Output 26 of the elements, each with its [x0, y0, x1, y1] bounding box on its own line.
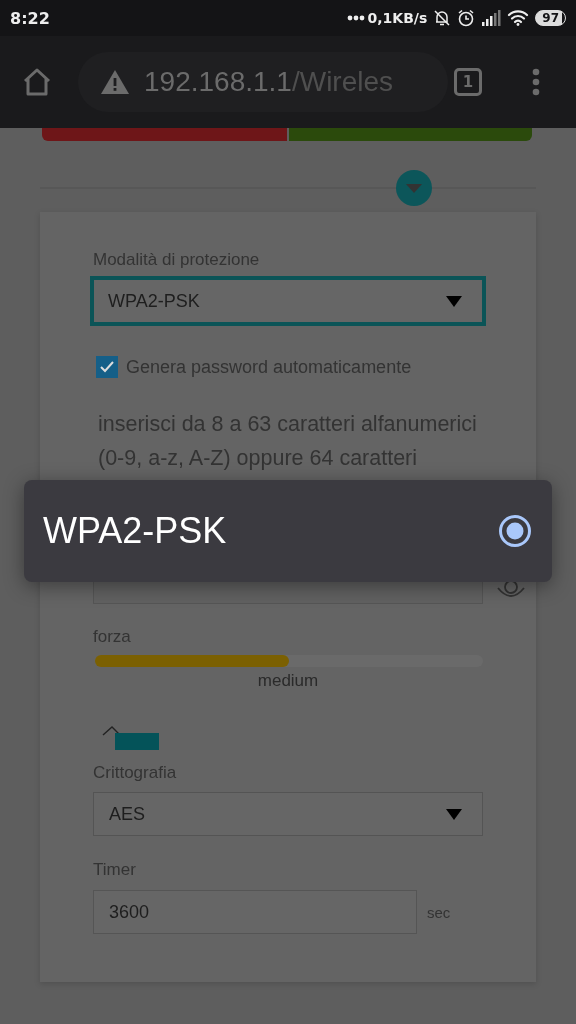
- encryption-select[interactable]: AES: [93, 792, 483, 836]
- tab-switcher-button[interactable]: 1: [454, 68, 482, 96]
- timer-input[interactable]: 3600: [93, 890, 417, 934]
- menu-icon[interactable]: [532, 68, 540, 96]
- option-item[interactable]: WPA2-PSK: [24, 510, 552, 552]
- caret-icon: [406, 183, 422, 193]
- collapse-button[interactable]: [396, 170, 432, 206]
- strength-reading: medium: [256, 671, 320, 691]
- check-icon: [99, 360, 115, 374]
- network-speed: 0,1KB/s: [367, 10, 428, 26]
- protection-mode-select[interactable]: WPA2-PSK: [90, 276, 486, 326]
- status-time: 8:22: [10, 8, 50, 28]
- caret-icon: [446, 295, 462, 307]
- home-icon[interactable]: [22, 68, 52, 96]
- checkbox[interactable]: [96, 356, 118, 378]
- caret-icon: [446, 808, 462, 820]
- broken-image-icon: [101, 723, 161, 751]
- bell-off-icon: [433, 9, 452, 27]
- signal-icon: [481, 10, 502, 26]
- wifi-icon: [507, 10, 530, 26]
- alarm-icon: [457, 9, 476, 27]
- warning-icon: [100, 69, 130, 95]
- option-label: WPA2-PSK: [43, 510, 227, 552]
- battery-level: 97: [535, 10, 566, 26]
- more-notifications-icon: [346, 15, 365, 21]
- radio-button[interactable]: [498, 514, 532, 548]
